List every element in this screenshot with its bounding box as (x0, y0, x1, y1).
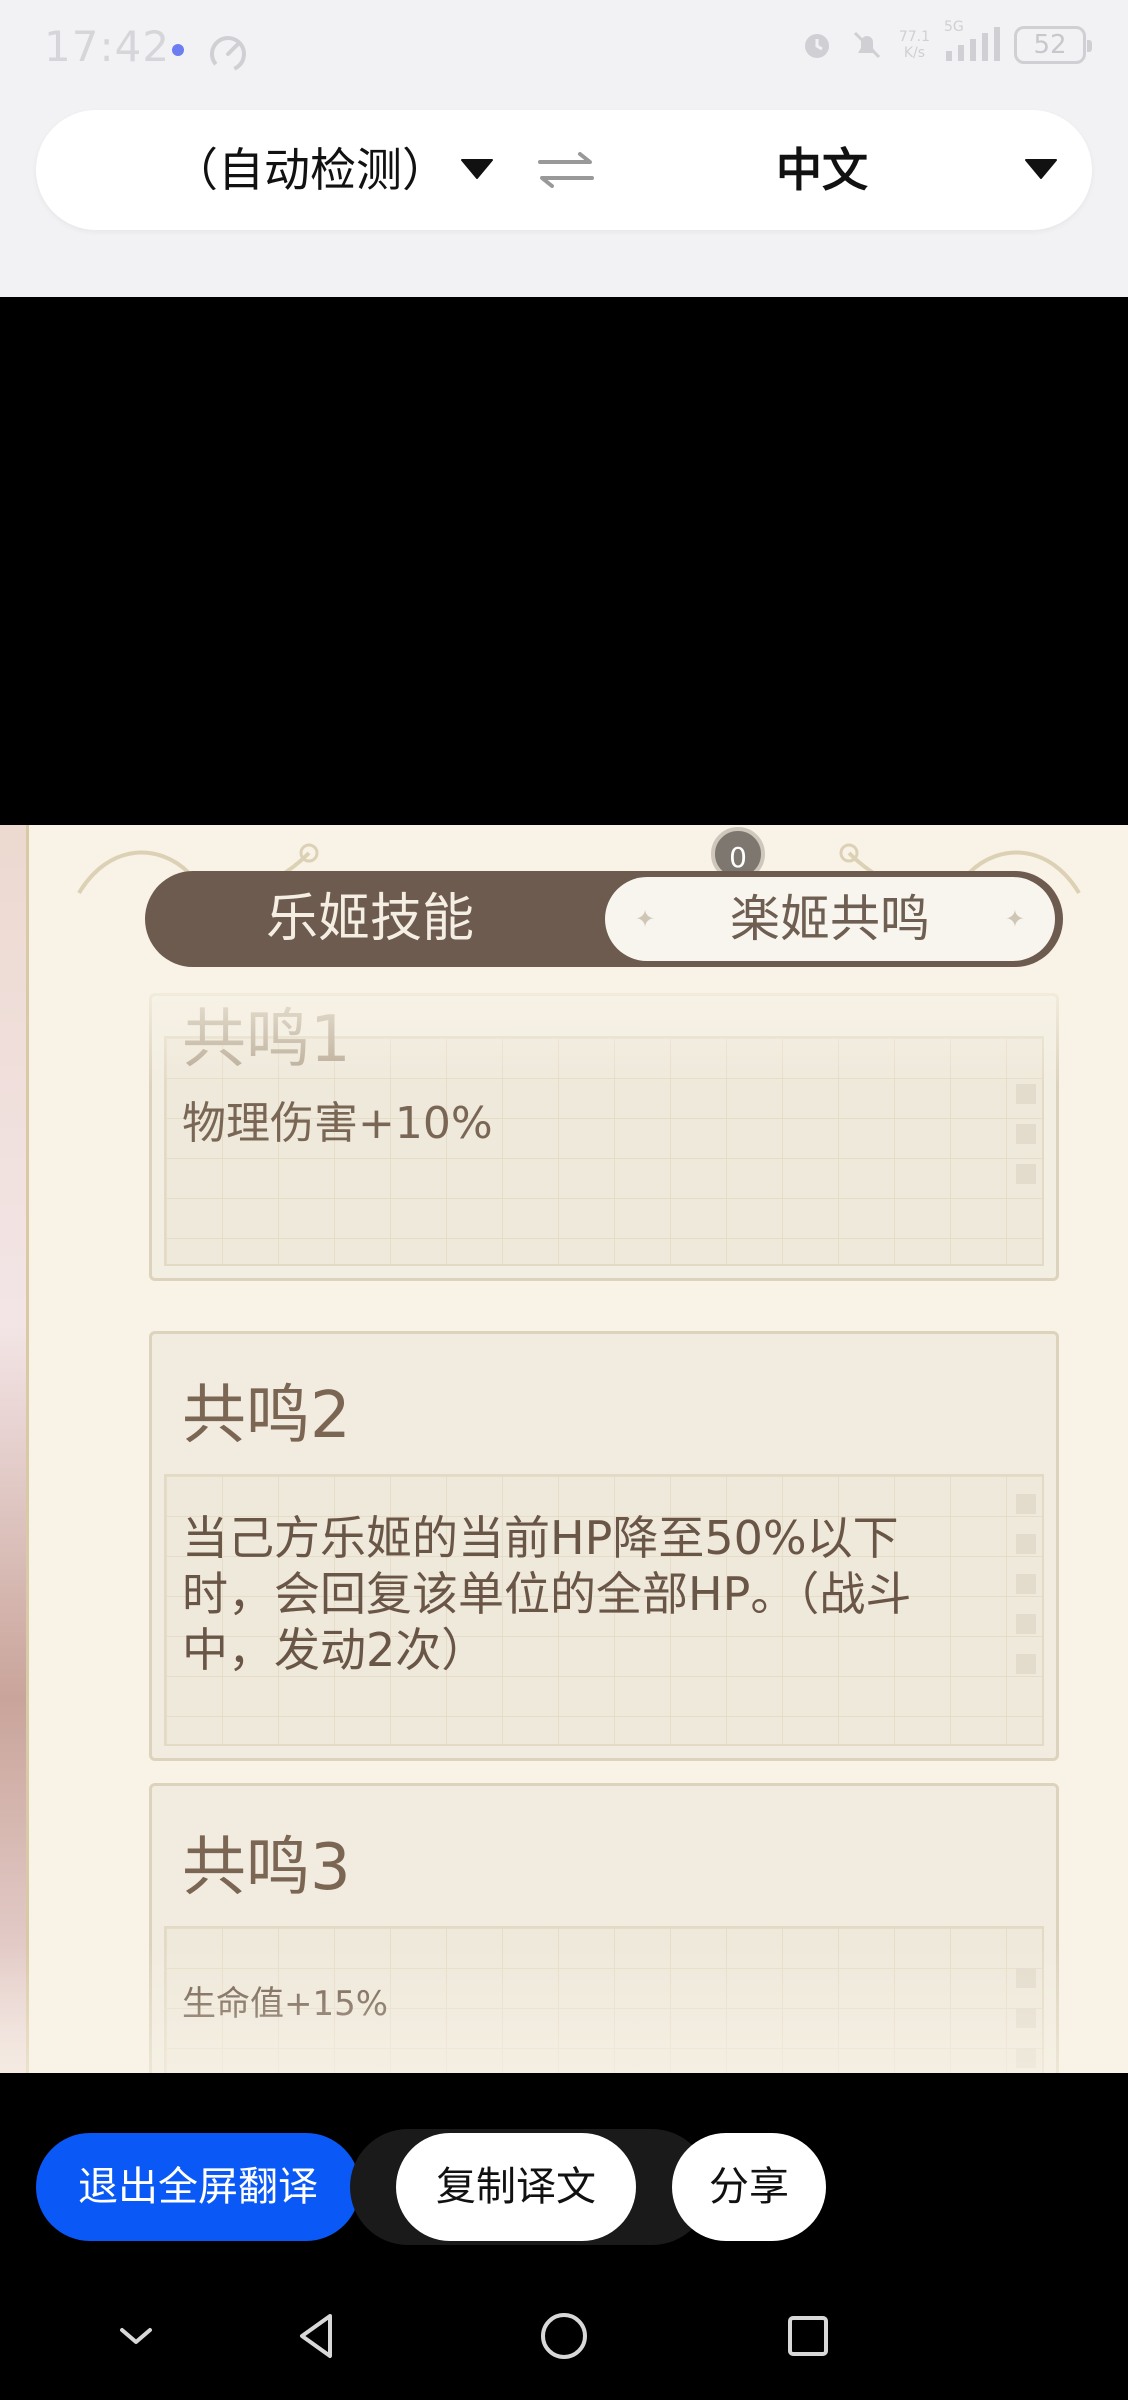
tab-deco-right-icon: ✦ (1004, 905, 1025, 933)
resonance-title-1: 共鸣1 (182, 1003, 351, 1077)
resonance-text-2: 当己方乐姬的当前HP降至50%以下时，会回复该单位的全部HP。（战斗中，发动2次… (182, 1511, 912, 1677)
resonance-title-3: 共鸣3 (182, 1831, 351, 1905)
exit-fullscreen-translate-button[interactable]: 退出全屏翻译 (36, 2133, 360, 2241)
letterbox-top (0, 297, 1128, 825)
battery-level: 52 (1033, 30, 1067, 60)
tab-resonance[interactable]: ✦ 楽姬共鸣 ✦ (605, 877, 1055, 961)
translated-game-screen: 0 乐姬技能 ✦ 楽姬共鸣 ✦ 共鸣1 物理伤害+10% 共鸣2 当己方乐姬的当… (0, 825, 1128, 2073)
signal-type-label: 5G (944, 19, 964, 35)
battery-icon: 52 (1014, 26, 1092, 64)
character-art-edge (0, 825, 26, 2073)
home-icon[interactable] (534, 2306, 594, 2366)
source-language-select[interactable]: （自动检测） (172, 110, 448, 230)
card-deco-squares (1016, 1494, 1036, 1694)
back-icon[interactable] (288, 2306, 348, 2366)
tab-skills[interactable]: 乐姬技能 (145, 871, 595, 967)
card-deco-squares (1016, 1084, 1036, 1204)
status-bar: 17:42 77.1 K/s 5G 52 (0, 0, 1128, 100)
tab-deco-left-icon: ✦ (635, 905, 656, 933)
swap-languages-icon[interactable] (534, 146, 598, 194)
source-dropdown-caret-icon[interactable] (460, 156, 494, 180)
skill-panel-frame: 0 乐姬技能 ✦ 楽姬共鸣 ✦ 共鸣1 物理伤害+10% 共鸣2 当己方乐姬的当… (26, 825, 1128, 2073)
target-dropdown-caret-icon[interactable] (1024, 156, 1058, 180)
share-button[interactable]: 分享 (672, 2133, 826, 2241)
resonance-card-2: 共鸣2 当己方乐姬的当前HP降至50%以下时，会回复该单位的全部HP。（战斗中，… (149, 1331, 1059, 1761)
network-speed: 77.1 K/s (899, 29, 930, 61)
status-time: 17:42 (44, 22, 171, 71)
resonance-card-1: 共鸣1 物理伤害+10% (149, 993, 1059, 1281)
status-icons: 77.1 K/s 5G 52 (799, 19, 1092, 64)
skill-tab-bar: 乐姬技能 ✦ 楽姬共鸣 ✦ (145, 871, 1063, 967)
net-speed-value: 77.1 (898, 29, 930, 45)
language-selector: （自动检测） 中文 (36, 110, 1092, 230)
card-deco-squares (1016, 1968, 1036, 2073)
net-speed-unit: K/s (903, 45, 926, 61)
resonance-text-1: 物理伤害+10% (182, 1098, 493, 1149)
collapse-chevron-icon[interactable] (106, 2306, 166, 2366)
mute-bell-icon (853, 31, 880, 59)
system-navigation-bar (0, 2270, 1128, 2400)
tab-resonance-label: 楽姬共鸣 (730, 890, 930, 948)
copy-translation-button[interactable]: 复制译文 (396, 2133, 636, 2241)
resonance-title-2: 共鸣2 (182, 1379, 351, 1453)
recents-icon[interactable] (778, 2306, 838, 2366)
speedometer-icon (210, 36, 246, 72)
target-language-select[interactable]: 中文 (776, 110, 868, 230)
resonance-text-3: 生命值+15% (182, 1984, 389, 2024)
notification-dot-icon (172, 44, 184, 56)
alarm-icon (804, 34, 829, 58)
translator-header: 17:42 77.1 K/s 5G 52 （自动检测） 中文 (0, 0, 1128, 297)
signal-strength: 5G (944, 19, 1000, 63)
resonance-card-3: 共鸣3 生命值+15% (149, 1783, 1059, 2073)
